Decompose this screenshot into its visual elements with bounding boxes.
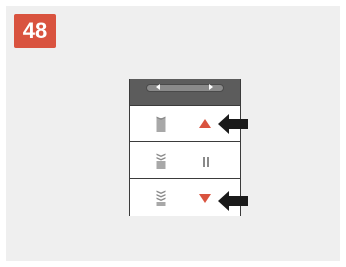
instruction-panel: 48 (6, 6, 340, 261)
pointer-arrow-icon (218, 114, 248, 134)
pointer-arrow-icon (218, 191, 248, 211)
step-number-badge: 48 (14, 14, 56, 48)
